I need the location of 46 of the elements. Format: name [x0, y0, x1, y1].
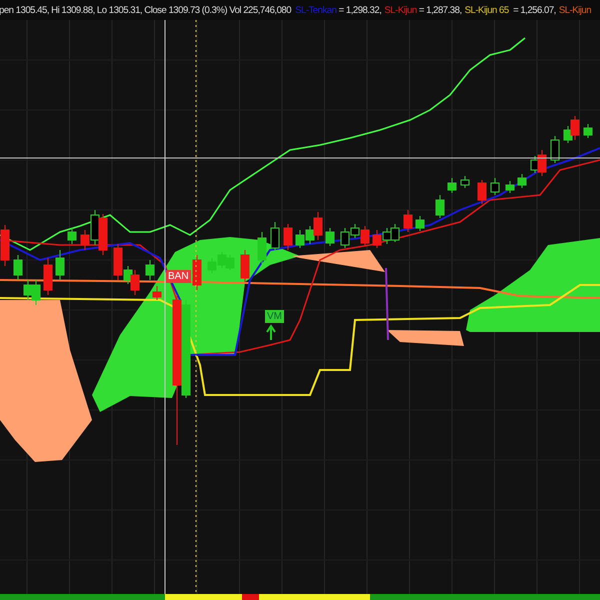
candlestick: [518, 174, 526, 188]
candlestick: [490, 178, 500, 196]
indicator-value: = 1,298.32,: [338, 4, 382, 16]
candlestick: [44, 258, 52, 296]
candlestick: [284, 224, 292, 250]
candlestick: [326, 228, 334, 246]
candlestick: [192, 254, 202, 290]
candlestick: [478, 180, 486, 204]
indicator-value: = 1,256.07,: [512, 4, 556, 16]
candlestick: [240, 250, 250, 282]
candlestick: [372, 230, 382, 248]
candlestick: [146, 260, 154, 280]
indicator-name: SL-Kijun: [558, 4, 592, 16]
candlestick: [152, 286, 162, 300]
indicator-name: SL-Tenkan: [295, 4, 336, 16]
signal-label: BAN: [166, 270, 191, 283]
candlestick: [416, 216, 424, 232]
candlestick: [98, 214, 108, 256]
candlestick: [296, 230, 304, 248]
indicator-value: = 1,287.38,: [418, 4, 462, 16]
candlestick: [258, 232, 266, 264]
candlestick: [14, 254, 22, 280]
candlestick: [360, 226, 370, 246]
candlestick: [570, 116, 580, 140]
candlestick: [68, 228, 76, 244]
candlestick: [448, 178, 456, 194]
candlestick: [340, 228, 350, 248]
candlestick: [56, 250, 64, 280]
signal-label: VM: [265, 310, 284, 323]
candlestick: [350, 224, 360, 238]
candlestick: [460, 176, 470, 188]
candlestick: [404, 210, 412, 232]
candlestick: [130, 270, 140, 296]
candlestick: [32, 280, 40, 306]
candlestick: [506, 180, 514, 194]
candlestick: [270, 222, 280, 250]
candlestick: [24, 280, 32, 300]
candlestick: [382, 228, 392, 244]
candlestick: [390, 224, 400, 242]
indicator-name: SL-Kijun 65: [464, 4, 509, 16]
candlestick: [584, 124, 592, 138]
candlestick: [0, 224, 10, 266]
candlestick: [436, 194, 444, 218]
candlestick: [550, 136, 560, 164]
up-arrow-icon: [266, 324, 276, 341]
indicator-name: SL-Kijun: [384, 4, 417, 16]
